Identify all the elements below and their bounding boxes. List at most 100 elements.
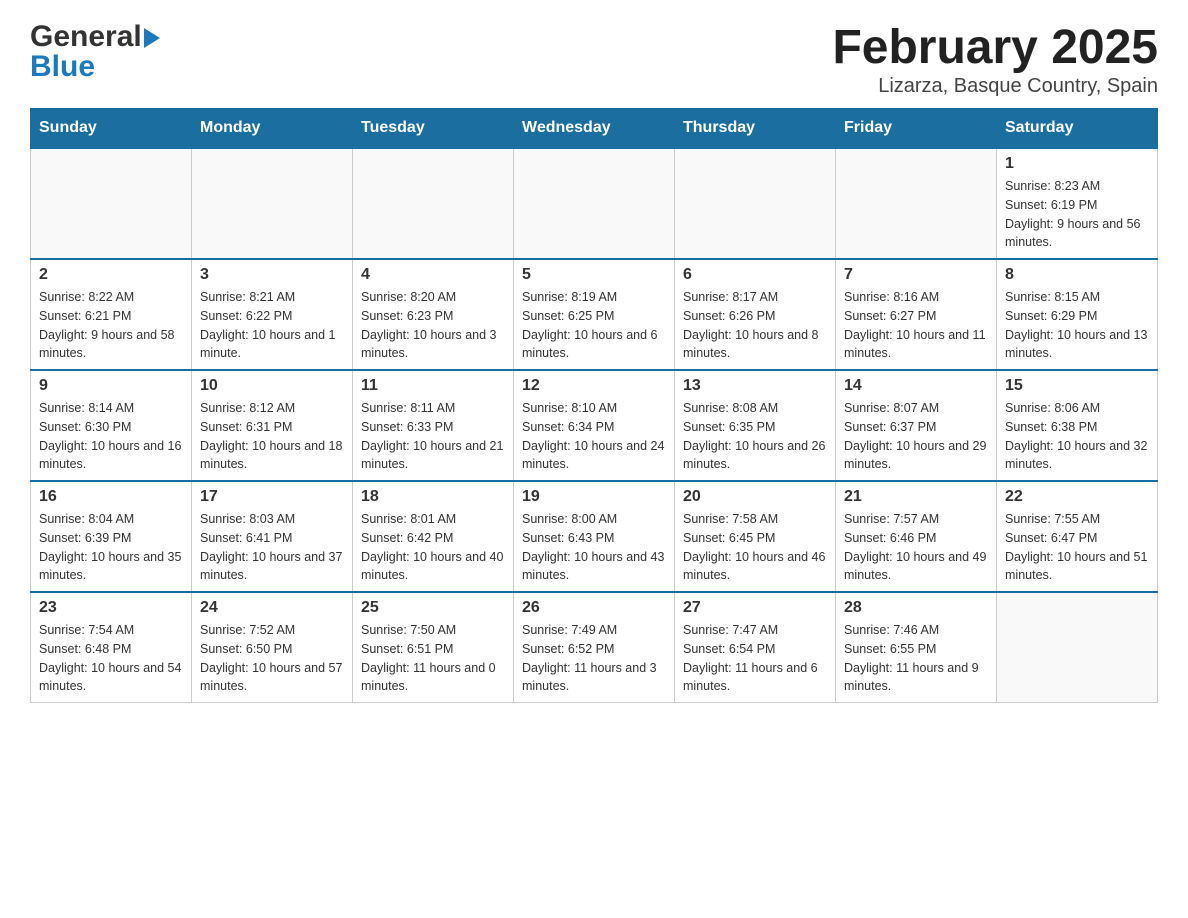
day-number: 17 (200, 488, 344, 506)
day-info: Sunrise: 8:22 AM Sunset: 6:21 PM Dayligh… (39, 288, 183, 363)
col-sunday: Sunday (31, 109, 192, 149)
logo-chevron-icon (144, 28, 160, 48)
calendar-cell: 19 Sunrise: 8:00 AM Sunset: 6:43 PM Dayli… (514, 481, 675, 592)
calendar-cell: 22 Sunrise: 7:55 AM Sunset: 6:47 PM Dayli… (997, 481, 1158, 592)
day-number: 22 (1005, 488, 1149, 506)
col-thursday: Thursday (675, 109, 836, 149)
day-number: 10 (200, 377, 344, 395)
calendar-cell: 26 Sunrise: 7:49 AM Sunset: 6:52 PM Dayli… (514, 592, 675, 703)
day-info: Sunrise: 8:15 AM Sunset: 6:29 PM Dayligh… (1005, 288, 1149, 363)
day-info: Sunrise: 8:04 AM Sunset: 6:39 PM Dayligh… (39, 510, 183, 585)
day-info: Sunrise: 8:20 AM Sunset: 6:23 PM Dayligh… (361, 288, 505, 363)
col-monday: Monday (192, 109, 353, 149)
day-number: 5 (522, 266, 666, 284)
day-number: 6 (683, 266, 827, 284)
calendar-cell: 15 Sunrise: 8:06 AM Sunset: 6:38 PM Dayli… (997, 370, 1158, 481)
day-number: 18 (361, 488, 505, 506)
day-info: Sunrise: 8:21 AM Sunset: 6:22 PM Dayligh… (200, 288, 344, 363)
day-number: 2 (39, 266, 183, 284)
day-info: Sunrise: 8:12 AM Sunset: 6:31 PM Dayligh… (200, 399, 344, 474)
calendar-cell: 9 Sunrise: 8:14 AM Sunset: 6:30 PM Daylig… (31, 370, 192, 481)
calendar-week-row: 16 Sunrise: 8:04 AM Sunset: 6:39 PM Dayli… (31, 481, 1158, 592)
day-number: 25 (361, 599, 505, 617)
calendar-cell: 18 Sunrise: 8:01 AM Sunset: 6:42 PM Dayli… (353, 481, 514, 592)
calendar-cell: 7 Sunrise: 8:16 AM Sunset: 6:27 PM Daylig… (836, 259, 997, 370)
day-number: 7 (844, 266, 988, 284)
day-info: Sunrise: 8:23 AM Sunset: 6:19 PM Dayligh… (1005, 177, 1149, 252)
calendar-cell: 3Sunrise: 8:21 AM Sunset: 6:22 PM Daylig… (192, 259, 353, 370)
calendar-cell: 23 Sunrise: 7:54 AM Sunset: 6:48 PM Dayli… (31, 592, 192, 703)
calendar-subtitle: Lizarza, Basque Country, Spain (832, 75, 1158, 98)
day-info: Sunrise: 8:17 AM Sunset: 6:26 PM Dayligh… (683, 288, 827, 363)
day-number: 19 (522, 488, 666, 506)
calendar-cell: 27Sunrise: 7:47 AM Sunset: 6:54 PM Dayli… (675, 592, 836, 703)
calendar-week-row: 9 Sunrise: 8:14 AM Sunset: 6:30 PM Daylig… (31, 370, 1158, 481)
calendar-cell: 16 Sunrise: 8:04 AM Sunset: 6:39 PM Dayli… (31, 481, 192, 592)
col-friday: Friday (836, 109, 997, 149)
day-info: Sunrise: 7:46 AM Sunset: 6:55 PM Dayligh… (844, 621, 988, 696)
day-number: 14 (844, 377, 988, 395)
day-info: Sunrise: 8:14 AM Sunset: 6:30 PM Dayligh… (39, 399, 183, 474)
day-info: Sunrise: 7:54 AM Sunset: 6:48 PM Dayligh… (39, 621, 183, 696)
day-info: Sunrise: 8:06 AM Sunset: 6:38 PM Dayligh… (1005, 399, 1149, 474)
day-number: 15 (1005, 377, 1149, 395)
day-info: Sunrise: 8:07 AM Sunset: 6:37 PM Dayligh… (844, 399, 988, 474)
calendar-cell (31, 148, 192, 259)
logo-general-text: General (30, 20, 142, 54)
day-info: Sunrise: 8:19 AM Sunset: 6:25 PM Dayligh… (522, 288, 666, 363)
calendar-cell (192, 148, 353, 259)
day-info: Sunrise: 8:16 AM Sunset: 6:27 PM Dayligh… (844, 288, 988, 363)
day-number: 16 (39, 488, 183, 506)
day-number: 21 (844, 488, 988, 506)
day-number: 23 (39, 599, 183, 617)
day-info: Sunrise: 7:57 AM Sunset: 6:46 PM Dayligh… (844, 510, 988, 585)
calendar-cell: 4 Sunrise: 8:20 AM Sunset: 6:23 PM Daylig… (353, 259, 514, 370)
calendar-cell: 17 Sunrise: 8:03 AM Sunset: 6:41 PM Dayli… (192, 481, 353, 592)
calendar-cell: 11 Sunrise: 8:11 AM Sunset: 6:33 PM Dayli… (353, 370, 514, 481)
calendar-cell: 25Sunrise: 7:50 AM Sunset: 6:51 PM Dayli… (353, 592, 514, 703)
day-number: 20 (683, 488, 827, 506)
calendar-title: February 2025 (832, 20, 1158, 75)
calendar-cell: 24 Sunrise: 7:52 AM Sunset: 6:50 PM Dayli… (192, 592, 353, 703)
col-saturday: Saturday (997, 109, 1158, 149)
day-number: 11 (361, 377, 505, 395)
calendar-cell (997, 592, 1158, 703)
day-number: 26 (522, 599, 666, 617)
calendar-header-row: Sunday Monday Tuesday Wednesday Thursday… (31, 109, 1158, 149)
day-number: 24 (200, 599, 344, 617)
day-info: Sunrise: 7:55 AM Sunset: 6:47 PM Dayligh… (1005, 510, 1149, 585)
day-info: Sunrise: 8:01 AM Sunset: 6:42 PM Dayligh… (361, 510, 505, 585)
logo: General Blue (30, 20, 160, 84)
day-info: Sunrise: 8:03 AM Sunset: 6:41 PM Dayligh… (200, 510, 344, 585)
col-wednesday: Wednesday (514, 109, 675, 149)
day-number: 9 (39, 377, 183, 395)
page-header: General Blue February 2025 Lizarza, Basq… (30, 20, 1158, 98)
day-info: Sunrise: 7:47 AM Sunset: 6:54 PM Dayligh… (683, 621, 827, 696)
day-info: Sunrise: 8:00 AM Sunset: 6:43 PM Dayligh… (522, 510, 666, 585)
day-info: Sunrise: 8:10 AM Sunset: 6:34 PM Dayligh… (522, 399, 666, 474)
title-block: February 2025 Lizarza, Basque Country, S… (832, 20, 1158, 98)
calendar-cell: 10 Sunrise: 8:12 AM Sunset: 6:31 PM Dayli… (192, 370, 353, 481)
calendar-cell: 14 Sunrise: 8:07 AM Sunset: 6:37 PM Dayli… (836, 370, 997, 481)
day-info: Sunrise: 7:52 AM Sunset: 6:50 PM Dayligh… (200, 621, 344, 696)
day-number: 13 (683, 377, 827, 395)
day-info: Sunrise: 7:49 AM Sunset: 6:52 PM Dayligh… (522, 621, 666, 696)
calendar-cell (836, 148, 997, 259)
logo-blue-text: Blue (30, 50, 95, 84)
calendar-cell (514, 148, 675, 259)
calendar-cell: 28 Sunrise: 7:46 AM Sunset: 6:55 PM Dayli… (836, 592, 997, 703)
day-info: Sunrise: 8:08 AM Sunset: 6:35 PM Dayligh… (683, 399, 827, 474)
calendar-week-row: 2 Sunrise: 8:22 AM Sunset: 6:21 PM Daylig… (31, 259, 1158, 370)
col-tuesday: Tuesday (353, 109, 514, 149)
calendar-table: Sunday Monday Tuesday Wednesday Thursday… (30, 108, 1158, 703)
day-number: 1 (1005, 155, 1149, 173)
day-info: Sunrise: 7:58 AM Sunset: 6:45 PM Dayligh… (683, 510, 827, 585)
calendar-cell (353, 148, 514, 259)
day-number: 12 (522, 377, 666, 395)
calendar-cell: 20 Sunrise: 7:58 AM Sunset: 6:45 PM Dayli… (675, 481, 836, 592)
day-number: 4 (361, 266, 505, 284)
calendar-cell: 5 Sunrise: 8:19 AM Sunset: 6:25 PM Daylig… (514, 259, 675, 370)
day-number: 28 (844, 599, 988, 617)
day-number: 8 (1005, 266, 1149, 284)
day-info: Sunrise: 8:11 AM Sunset: 6:33 PM Dayligh… (361, 399, 505, 474)
